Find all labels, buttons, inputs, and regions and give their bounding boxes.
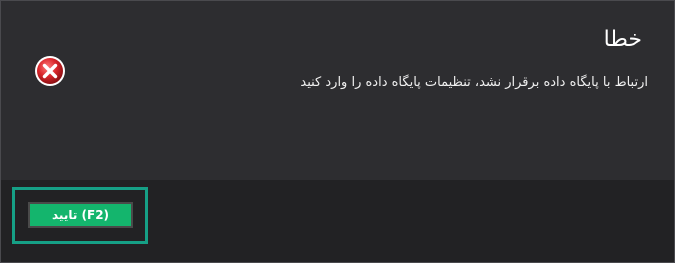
ok-button[interactable]: (F2) تایید [28, 202, 133, 228]
error-icon [34, 55, 66, 87]
error-dialog: خطا ارتباط با پایگاه داده برقرار نشد، تن… [0, 0, 675, 263]
button-focus-ring: (F2) تایید [12, 187, 148, 244]
dialog-title: خطا [603, 27, 642, 52]
dialog-content: خطا ارتباط با پایگاه داده برقرار نشد، تن… [1, 1, 674, 180]
error-message: ارتباط با پایگاه داده برقرار نشد، تنظیما… [300, 75, 648, 90]
dialog-footer: (F2) تایید [1, 180, 674, 262]
